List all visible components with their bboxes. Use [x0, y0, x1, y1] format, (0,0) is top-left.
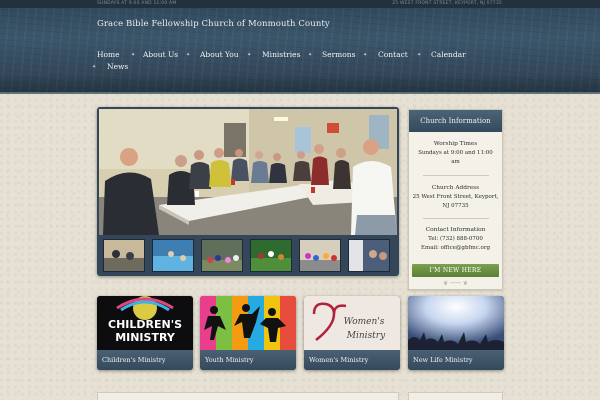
- womens-ministry-image: Women's Ministry: [304, 296, 400, 350]
- nav-ministries[interactable]: Ministries: [262, 50, 300, 59]
- photo-slider: [97, 107, 399, 276]
- nav-news[interactable]: News: [107, 62, 128, 71]
- nav-contact[interactable]: Contact: [378, 50, 408, 59]
- im-new-here-button[interactable]: I'M NEW HERE: [412, 264, 499, 277]
- nav-about-us[interactable]: About Us: [143, 50, 178, 59]
- contact-info-title: Contact Information: [425, 227, 486, 233]
- service-times-text: SUNDAYS AT 9:00 AND 11:00 AM: [97, 1, 177, 6]
- childrens-ministry-graphic: CHILDREN'S MINISTRY: [97, 296, 193, 350]
- ministry-label: New Life Ministry: [408, 350, 504, 370]
- thumbnail-image: [104, 240, 144, 271]
- site-title-link[interactable]: Grace Bible Fellowship Church of Monmout…: [97, 19, 330, 29]
- childrens-image-text: MINISTRY: [115, 331, 176, 344]
- childrens-ministry-image: CHILDREN'S MINISTRY: [97, 296, 193, 350]
- thumbnail[interactable]: [348, 239, 390, 272]
- new-life-ministry-graphic: [408, 296, 504, 350]
- worship-times-line: am: [451, 159, 460, 165]
- ministry-label: Women's Ministry: [304, 350, 400, 370]
- header-edge: [0, 92, 600, 94]
- youth-ministry-image: [200, 296, 296, 350]
- nav-separator-icon: ✦: [417, 52, 422, 58]
- worship-times-line: Sundays at 9:00 and 11:00: [418, 150, 493, 156]
- nav-about-you[interactable]: About You: [200, 50, 239, 59]
- thumbnail-image: [202, 240, 242, 271]
- nav-separator-icon: ✦: [363, 52, 368, 58]
- youth-ministry-graphic: [200, 296, 296, 350]
- nav-sermons[interactable]: Sermons: [322, 50, 355, 59]
- womens-image-text: Women's: [344, 317, 385, 327]
- church-address-line: NJ 07735: [442, 203, 469, 209]
- thumbnail[interactable]: [201, 239, 243, 272]
- ministry-card-youth[interactable]: Youth Ministry: [200, 296, 296, 370]
- ministry-label: Youth Ministry: [200, 350, 296, 370]
- content-box-partial: [408, 392, 503, 400]
- divider: [423, 218, 489, 219]
- site-header: SUNDAYS AT 9:00 AND 11:00 AM 25 WEST FRO…: [0, 0, 600, 94]
- thumbnail[interactable]: [250, 239, 292, 272]
- nav-calendar[interactable]: Calendar: [431, 50, 466, 59]
- widget-heading: Church Information: [409, 110, 502, 132]
- thumbnail[interactable]: [103, 239, 145, 272]
- womens-ministry-graphic: Women's Ministry: [304, 296, 400, 350]
- new-life-ministry-image: [408, 296, 504, 350]
- nav-separator-icon: ✦: [92, 64, 97, 70]
- ministry-card-womens[interactable]: Women's Ministry Women's Ministry: [304, 296, 400, 370]
- content-box-partial: [97, 392, 399, 400]
- nav-home[interactable]: Home: [97, 50, 120, 59]
- nav-separator-icon: ✦: [131, 52, 136, 58]
- church-info-widget: Church Information Worship Times Sundays…: [408, 109, 503, 290]
- slide-image[interactable]: [99, 109, 397, 235]
- congregation-photo: [99, 109, 397, 235]
- nav-separator-icon: ✦: [186, 52, 191, 58]
- thumbnail-image: [300, 240, 340, 271]
- womens-image-text: Ministry: [346, 331, 386, 341]
- ministry-card-new-life[interactable]: New Life Ministry: [408, 296, 504, 370]
- contact-phone: Tel: (732) 888-0700: [428, 236, 483, 242]
- nav-separator-icon: ✦: [308, 52, 313, 58]
- header-texture-band: [0, 74, 600, 94]
- church-address-line: 25 West Front Street, Keyport,: [412, 194, 499, 200]
- thumbnail[interactable]: [299, 239, 341, 272]
- worship-times-title: Worship Times: [433, 141, 478, 147]
- church-address-title: Church Address: [431, 185, 480, 191]
- nav-separator-icon: ✦: [247, 52, 252, 58]
- thumbnail[interactable]: [152, 239, 194, 272]
- thumbnail-image: [251, 240, 291, 271]
- flourish-ornament-icon: ❦ ─── ❦: [443, 280, 468, 287]
- divider: [423, 175, 489, 176]
- top-info-bar: SUNDAYS AT 9:00 AND 11:00 AM 25 WEST FRO…: [0, 0, 600, 8]
- childrens-image-text: CHILDREN'S: [108, 318, 182, 331]
- thumbnail-image: [153, 240, 193, 271]
- contact-email-link[interactable]: Email: office@gbfmc.org: [409, 245, 502, 252]
- ministry-card-childrens[interactable]: CHILDREN'S MINISTRY Children's Ministry: [97, 296, 193, 370]
- slider-thumbnails: [103, 239, 395, 273]
- ministry-label: Children's Ministry: [97, 350, 193, 370]
- thumbnail-image: [349, 240, 389, 271]
- address-text: 25 WEST FRONT STREET, KEYPORT, NJ 07735: [392, 1, 502, 6]
